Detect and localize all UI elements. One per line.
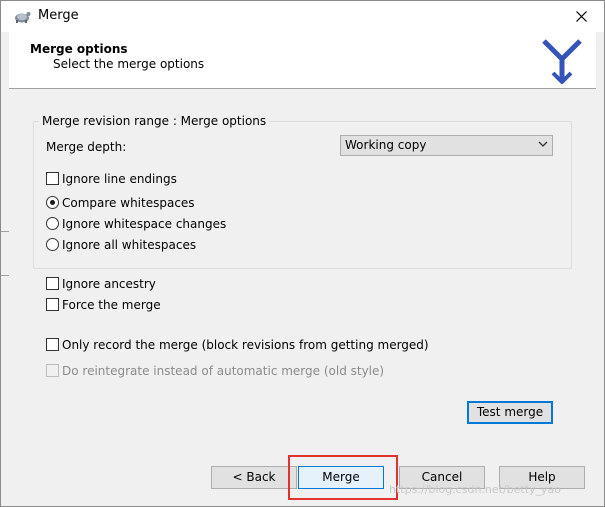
merge-logo-icon — [542, 39, 582, 84]
close-icon — [575, 10, 587, 22]
merge-depth-label: Merge depth: — [46, 140, 127, 154]
ignore-whitespace-changes-label[interactable]: Ignore whitespace changes — [62, 217, 226, 231]
title-bar: Merge — [1, 1, 604, 32]
group-legend: Merge revision range : Merge options — [39, 114, 270, 128]
test-merge-button[interactable]: Test merge — [467, 401, 553, 424]
page-subtitle: Select the merge options — [53, 57, 205, 71]
merge-depth-value: Working copy — [345, 138, 427, 152]
merge-button[interactable]: Merge — [298, 466, 384, 489]
merge-dialog: Merge Merge options Select the merge opt… — [0, 0, 605, 507]
ignore-ancestry-checkbox[interactable] — [46, 277, 59, 290]
divider — [1, 231, 9, 232]
ignore-line-endings-checkbox[interactable] — [46, 172, 59, 185]
force-merge-label[interactable]: Force the merge — [62, 298, 161, 312]
reintegrate-checkbox[interactable] — [46, 364, 59, 377]
ignore-line-endings-label[interactable]: Ignore line endings — [62, 172, 177, 186]
only-record-merge-checkbox[interactable] — [46, 338, 59, 351]
only-record-merge-label[interactable]: Only record the merge (block revisions f… — [62, 338, 429, 352]
chevron-down-icon — [538, 141, 548, 147]
close-button[interactable] — [566, 4, 596, 28]
compare-whitespaces-radio[interactable] — [46, 196, 59, 209]
ignore-all-whitespaces-label[interactable]: Ignore all whitespaces — [62, 238, 196, 252]
compare-whitespaces-label[interactable]: Compare whitespaces — [62, 196, 195, 210]
ignore-whitespace-changes-radio[interactable] — [46, 217, 59, 230]
watermark-text: https://blog.csdn.net/betty_yao — [389, 483, 562, 496]
force-merge-checkbox[interactable] — [46, 298, 59, 311]
back-button[interactable]: < Back — [211, 466, 297, 489]
ignore-all-whitespaces-radio[interactable] — [46, 238, 59, 251]
window-title: Merge — [38, 8, 79, 23]
reintegrate-label: Do reintegrate instead of automatic merg… — [62, 364, 385, 378]
wizard-header: Merge options Select the merge options — [9, 32, 596, 89]
page-title: Merge options — [30, 42, 128, 56]
merge-depth-select[interactable]: Working copy — [340, 135, 553, 156]
tortoise-app-icon — [15, 12, 31, 23]
divider — [1, 275, 9, 276]
ignore-ancestry-label[interactable]: Ignore ancestry — [62, 277, 156, 291]
